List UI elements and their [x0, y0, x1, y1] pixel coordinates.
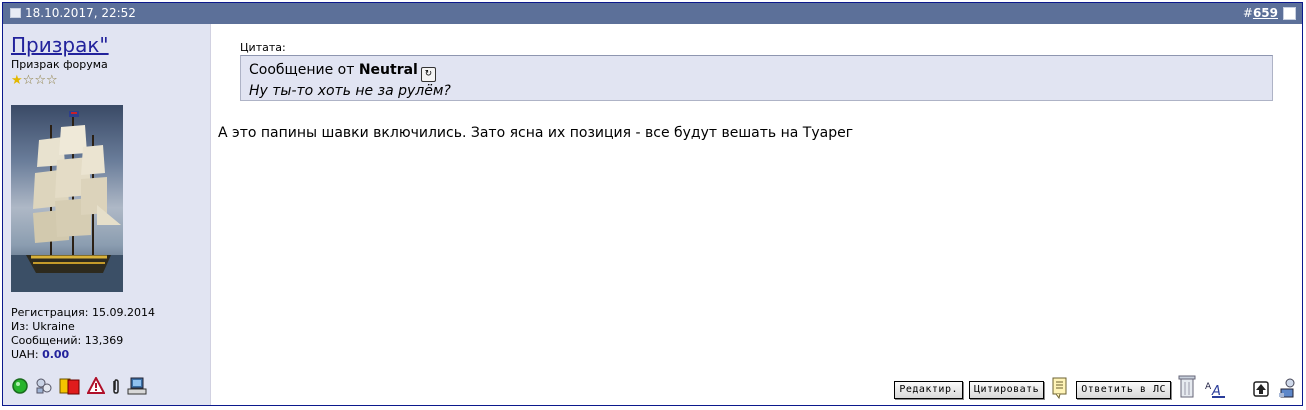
- user-stats: Регистрация: 15.09.2014 Из: Ukraine Сооб…: [11, 306, 155, 362]
- star-icon: ★: [11, 73, 23, 88]
- multi-quote-icon[interactable]: [1050, 377, 1070, 399]
- uah-balance: UAH: 0.00: [11, 348, 155, 362]
- quote-text: Ну ты-то хоть не за рулём?: [249, 83, 451, 99]
- post-date-block: 18.10.2017, 22:52: [10, 6, 136, 20]
- post-number-prefix: #: [1242, 6, 1253, 20]
- svg-text:A: A: [1205, 382, 1212, 392]
- post-action-bar: Редактир. Цитировать Ответить в ЛС AA: [894, 373, 1297, 399]
- registration-date: Регистрация: 15.09.2014: [11, 306, 155, 319]
- user-online-icon[interactable]: [1277, 377, 1297, 399]
- user-location: Из: Ukraine: [11, 320, 75, 333]
- quote-label: Цитата:: [240, 41, 286, 54]
- trash-icon[interactable]: [1177, 373, 1197, 399]
- sailing-ship-image: [11, 111, 123, 292]
- post-icon: [10, 8, 21, 18]
- quote-author: Neutral: [358, 62, 418, 78]
- top-of-page-icon[interactable]: [1251, 377, 1271, 399]
- user-info-panel: Призрак" Призрак форума ★ ☆ ☆ ☆ Регистра…: [3, 24, 211, 405]
- inline-moderation-checkbox[interactable]: [1283, 7, 1296, 20]
- quote-from: Сообщение от Neutral ↻: [249, 62, 1264, 82]
- user-title: Призрак форума: [11, 58, 108, 71]
- font-size-icon[interactable]: AA: [1203, 377, 1227, 399]
- view-post-icon[interactable]: ↻: [420, 67, 436, 82]
- post-message: А это папины шавки включились. Зато ясна…: [218, 125, 854, 141]
- star-icon: ☆: [22, 73, 35, 88]
- uah-value-link[interactable]: 0.00: [42, 348, 69, 361]
- post-count: Сообщений: 13,369: [11, 334, 124, 347]
- post-body: Цитата: Сообщение от Neutral ↻ Ну ты-то х…: [211, 24, 1302, 405]
- quote-box: Сообщение от Neutral ↻ Ну ты-то хоть не з…: [240, 55, 1273, 101]
- online-status-icon: [12, 378, 28, 394]
- post-header: 18.10.2017, 22:52 #659: [3, 3, 1302, 24]
- edit-button[interactable]: Редактир.: [894, 381, 963, 399]
- post-number: #659: [1243, 6, 1278, 20]
- star-icon: ☆: [45, 73, 58, 88]
- paperclip-icon: [113, 379, 119, 394]
- profile-icon[interactable]: [35, 377, 53, 395]
- computer-icon: [127, 377, 147, 395]
- user-rank-stars: ★ ☆ ☆ ☆: [11, 74, 58, 87]
- star-icon: ☆: [34, 73, 46, 88]
- user-avatar[interactable]: [11, 105, 123, 292]
- quote-from-prefix: Сообщение от: [249, 62, 359, 78]
- user-icon-row: [11, 377, 147, 395]
- report-warning-icon[interactable]: [87, 377, 105, 395]
- post-number-link[interactable]: 659: [1253, 6, 1278, 20]
- uah-label: UAH:: [11, 348, 43, 361]
- post-date: 18.10.2017, 22:52: [25, 6, 136, 20]
- reply-pm-button[interactable]: Ответить в ЛС: [1076, 381, 1171, 399]
- quote-button[interactable]: Цитировать: [969, 381, 1045, 399]
- username-link[interactable]: Призрак": [11, 33, 109, 57]
- forum-post: 18.10.2017, 22:52 #659 Призрак" Призрак …: [2, 2, 1303, 406]
- yellow-red-card-icon[interactable]: [59, 377, 81, 395]
